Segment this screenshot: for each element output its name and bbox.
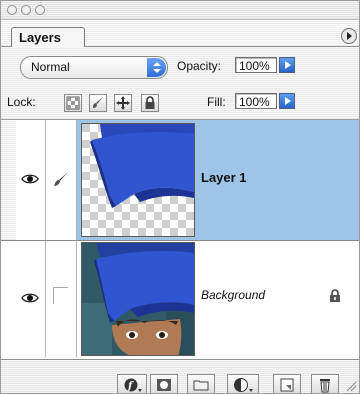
layer-row-background[interactable]: Background (1, 241, 359, 357)
padlock-icon (330, 289, 340, 302)
opacity-label: Opacity: (177, 59, 222, 73)
layer-style-icon: f (124, 378, 142, 392)
layers-list: Layer 1 Background (1, 120, 359, 357)
new-adjustment-layer-button[interactable] (227, 374, 259, 393)
blend-mode-value: Normal (31, 60, 70, 74)
checker-icon (66, 96, 80, 110)
lock-label: Lock: (7, 95, 36, 109)
new-layer-button[interactable] (273, 374, 301, 393)
zoom-window-button[interactable] (35, 5, 45, 15)
tab-layers[interactable]: Layers (11, 27, 85, 48)
padlock-icon (145, 96, 155, 109)
link-cell[interactable] (46, 241, 77, 357)
layers-toolbar: f (1, 359, 359, 393)
layer-row-layer-1[interactable]: Layer 1 (1, 120, 359, 240)
empty-link-box (53, 287, 68, 304)
move-icon (116, 96, 130, 110)
new-layer-icon (280, 378, 294, 392)
lock-all-button[interactable] (141, 94, 159, 112)
opacity-input[interactable]: 100% (235, 57, 277, 73)
folder-icon (193, 380, 209, 391)
chevron-updown-icon (147, 58, 166, 77)
layer-1-name: Layer 1 (201, 170, 247, 185)
layer-options: Normal Opacity: 100% Lock: Fill: 100% (1, 47, 359, 119)
graduate-photo-thumbnail (82, 243, 194, 355)
blend-mode-select[interactable]: Normal (20, 56, 168, 79)
lock-pixels-button[interactable] (89, 94, 107, 112)
fill-slider-button[interactable] (279, 93, 295, 109)
lock-position-button[interactable] (114, 94, 132, 112)
adjustment-icon (234, 378, 253, 392)
title-bar[interactable] (1, 1, 359, 20)
lock-transparency-button[interactable] (64, 94, 82, 112)
delete-layer-button[interactable] (311, 374, 339, 393)
visibility-cell[interactable] (15, 120, 46, 240)
transparent-cap-thumbnail (82, 124, 194, 236)
brush-icon (54, 172, 68, 186)
layers-palette-window: Layers Normal Opacity: 100% Lock: Fill: … (0, 0, 360, 394)
visibility-cell[interactable] (15, 241, 46, 357)
background-name: Background (201, 288, 266, 302)
fill-label: Fill: (207, 95, 226, 109)
palette-menu-button[interactable] (341, 28, 357, 44)
tab-strip: Layers (1, 20, 359, 48)
resize-grip-icon[interactable] (345, 380, 357, 392)
opacity-slider-button[interactable] (279, 57, 295, 73)
brush-icon (93, 97, 103, 108)
layer-style-button[interactable]: f (117, 374, 147, 393)
background-thumbnail (81, 242, 195, 356)
eye-icon (21, 174, 39, 184)
new-set-button[interactable] (187, 374, 215, 393)
close-window-button[interactable] (7, 5, 17, 15)
link-cell[interactable] (46, 120, 77, 240)
fill-input[interactable]: 100% (235, 93, 277, 109)
mask-icon (157, 379, 171, 391)
trash-icon (320, 379, 330, 393)
layer-1-thumbnail (81, 123, 195, 237)
eye-icon (21, 293, 39, 303)
add-mask-button[interactable] (150, 374, 178, 393)
tab-layers-label: Layers (19, 30, 61, 45)
minimize-window-button[interactable] (21, 5, 31, 15)
